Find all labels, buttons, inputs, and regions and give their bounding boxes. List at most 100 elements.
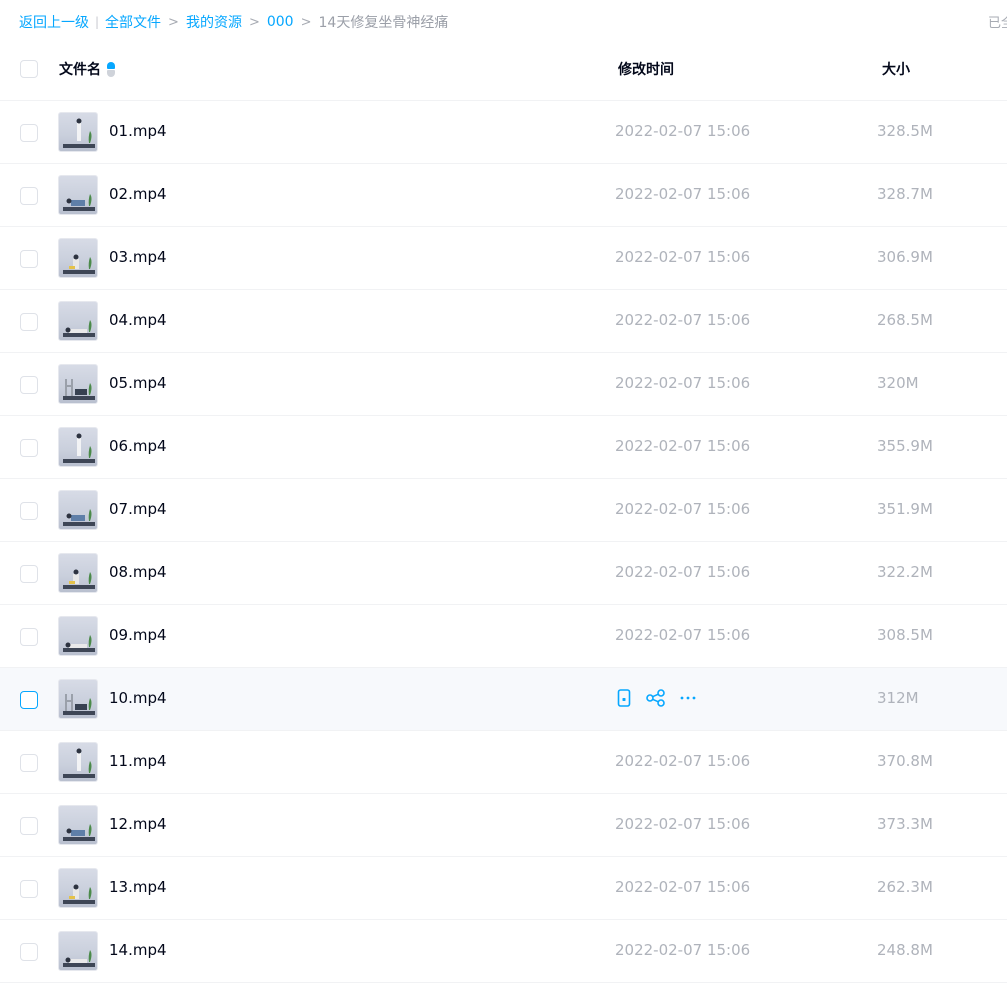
file-size: 322.2M (877, 563, 933, 581)
file-modified-time: 2022-02-07 15:06 (615, 626, 751, 644)
back-link[interactable]: 返回上一级 (19, 12, 89, 32)
column-header-size[interactable]: 大小 (882, 59, 910, 79)
file-name[interactable]: 12.mp4 (109, 815, 167, 833)
send-to-phone-icon[interactable] (614, 688, 634, 708)
file-row[interactable]: 01.mp4 2022-02-07 15:06 328.5M (0, 101, 1007, 164)
file-row[interactable]: 13.mp4 2022-02-07 15:06 262.3M (0, 857, 1007, 920)
file-row[interactable]: 14.mp4 2022-02-07 15:06 248.8M (0, 920, 1007, 983)
breadcrumb-separator: > (300, 14, 312, 30)
file-row[interactable]: 07.mp4 2022-02-07 15:06 351.9M (0, 479, 1007, 542)
video-thumbnail[interactable] (58, 238, 98, 278)
file-modified-time: 2022-02-07 15:06 (615, 815, 751, 833)
file-name[interactable]: 11.mp4 (109, 752, 167, 770)
file-name[interactable]: 14.mp4 (109, 941, 167, 959)
share-icon[interactable] (646, 688, 666, 708)
file-modified-time: 2022-02-07 15:06 (615, 437, 751, 455)
file-name[interactable]: 08.mp4 (109, 563, 167, 581)
file-size: 262.3M (877, 878, 933, 896)
row-checkbox[interactable] (20, 313, 38, 331)
file-row[interactable]: 02.mp4 2022-02-07 15:06 328.7M (0, 164, 1007, 227)
file-modified-time: 2022-02-07 15:06 (615, 122, 751, 140)
file-size: 248.8M (877, 941, 933, 959)
breadcrumb-separator: > (248, 14, 260, 30)
column-header-time[interactable]: 修改时间 (618, 59, 674, 79)
file-list-page: 返回上一级 | 全部文件 > 我的资源 > 000 > 14天修复坐骨神经痛 已… (0, 0, 1007, 990)
file-size: 328.5M (877, 122, 933, 140)
video-thumbnail[interactable] (58, 175, 98, 215)
file-name[interactable]: 01.mp4 (109, 122, 167, 140)
video-thumbnail[interactable] (58, 805, 98, 845)
file-size: 308.5M (877, 626, 933, 644)
file-name[interactable]: 03.mp4 (109, 248, 167, 266)
select-all-checkbox[interactable] (20, 60, 38, 78)
video-thumbnail[interactable] (58, 553, 98, 593)
sort-icon[interactable] (107, 61, 115, 77)
breadcrumb-my-resources[interactable]: 我的资源 (186, 12, 242, 32)
loaded-status: 已全部加载 (988, 16, 1007, 31)
file-row[interactable]: 08.mp4 2022-02-07 15:06 322.2M (0, 542, 1007, 605)
file-row[interactable]: 11.mp4 2022-02-07 15:06 370.8M (0, 731, 1007, 794)
video-thumbnail[interactable] (58, 112, 98, 152)
video-thumbnail[interactable] (58, 427, 98, 467)
video-thumbnail[interactable] (58, 616, 98, 656)
file-size: 373.3M (877, 815, 933, 833)
file-row[interactable]: 06.mp4 2022-02-07 15:06 355.9M (0, 416, 1007, 479)
file-modified-time: 2022-02-07 15:06 (615, 500, 751, 518)
file-name[interactable]: 06.mp4 (109, 437, 167, 455)
file-size: 268.5M (877, 311, 933, 329)
file-name[interactable]: 09.mp4 (109, 626, 167, 644)
file-name[interactable]: 02.mp4 (109, 185, 167, 203)
file-row[interactable]: 10.mp4 312M (0, 668, 1007, 731)
file-row[interactable]: 05.mp4 2022-02-07 15:06 320M (0, 353, 1007, 416)
file-modified-time: 2022-02-07 15:06 (615, 941, 751, 959)
file-row[interactable]: 04.mp4 2022-02-07 15:06 268.5M (0, 290, 1007, 353)
file-name[interactable]: 04.mp4 (109, 311, 167, 329)
file-name[interactable]: 10.mp4 (109, 689, 167, 707)
video-thumbnail[interactable] (58, 490, 98, 530)
file-size: 370.8M (877, 752, 933, 770)
row-checkbox[interactable] (20, 880, 38, 898)
row-checkbox[interactable] (20, 439, 38, 457)
row-checkbox[interactable] (20, 124, 38, 142)
row-checkbox[interactable] (20, 691, 38, 709)
file-row[interactable]: 12.mp4 2022-02-07 15:06 373.3M (0, 794, 1007, 857)
row-checkbox[interactable] (20, 628, 38, 646)
file-row[interactable]: 09.mp4 2022-02-07 15:06 308.5M (0, 605, 1007, 668)
file-name[interactable]: 13.mp4 (109, 878, 167, 896)
column-header-name[interactable]: 文件名 (59, 59, 115, 79)
row-checkbox[interactable] (20, 187, 38, 205)
file-modified-time: 2022-02-07 15:06 (615, 878, 751, 896)
row-checkbox[interactable] (20, 250, 38, 268)
video-thumbnail[interactable] (58, 364, 98, 404)
row-checkbox[interactable] (20, 817, 38, 835)
file-size: 312M (877, 689, 919, 707)
row-checkbox[interactable] (20, 943, 38, 961)
file-name[interactable]: 05.mp4 (109, 374, 167, 392)
column-header-name-label: 文件名 (59, 62, 101, 78)
video-thumbnail[interactable] (58, 679, 98, 719)
file-modified-time: 2022-02-07 15:06 (615, 563, 751, 581)
file-modified-time: 2022-02-07 15:06 (615, 311, 751, 329)
file-rows: 01.mp4 2022-02-07 15:06 328.5M 02.mp4 2022-0… (0, 101, 1007, 983)
video-thumbnail[interactable] (58, 931, 98, 971)
video-thumbnail[interactable] (58, 868, 98, 908)
table-header: 文件名 修改时间 大小 (0, 37, 1007, 101)
more-icon[interactable] (678, 688, 698, 708)
breadcrumb: 返回上一级 | 全部文件 > 我的资源 > 000 > 14天修复坐骨神经痛 (19, 11, 448, 33)
file-name[interactable]: 07.mp4 (109, 500, 167, 518)
row-checkbox[interactable] (20, 565, 38, 583)
breadcrumb-all-files[interactable]: 全部文件 (105, 12, 161, 32)
file-row[interactable]: 03.mp4 2022-02-07 15:06 306.9M (0, 227, 1007, 290)
row-checkbox[interactable] (20, 502, 38, 520)
video-thumbnail[interactable] (58, 301, 98, 341)
breadcrumb-divider: | (95, 15, 100, 29)
file-modified-time: 2022-02-07 15:06 (615, 752, 751, 770)
row-checkbox[interactable] (20, 376, 38, 394)
video-thumbnail[interactable] (58, 742, 98, 782)
file-size: 306.9M (877, 248, 933, 266)
row-checkbox[interactable] (20, 754, 38, 772)
breadcrumb-000[interactable]: 000 (267, 14, 294, 30)
file-size: 355.9M (877, 437, 933, 455)
file-modified-time: 2022-02-07 15:06 (615, 374, 751, 392)
file-modified-time: 2022-02-07 15:06 (615, 248, 751, 266)
